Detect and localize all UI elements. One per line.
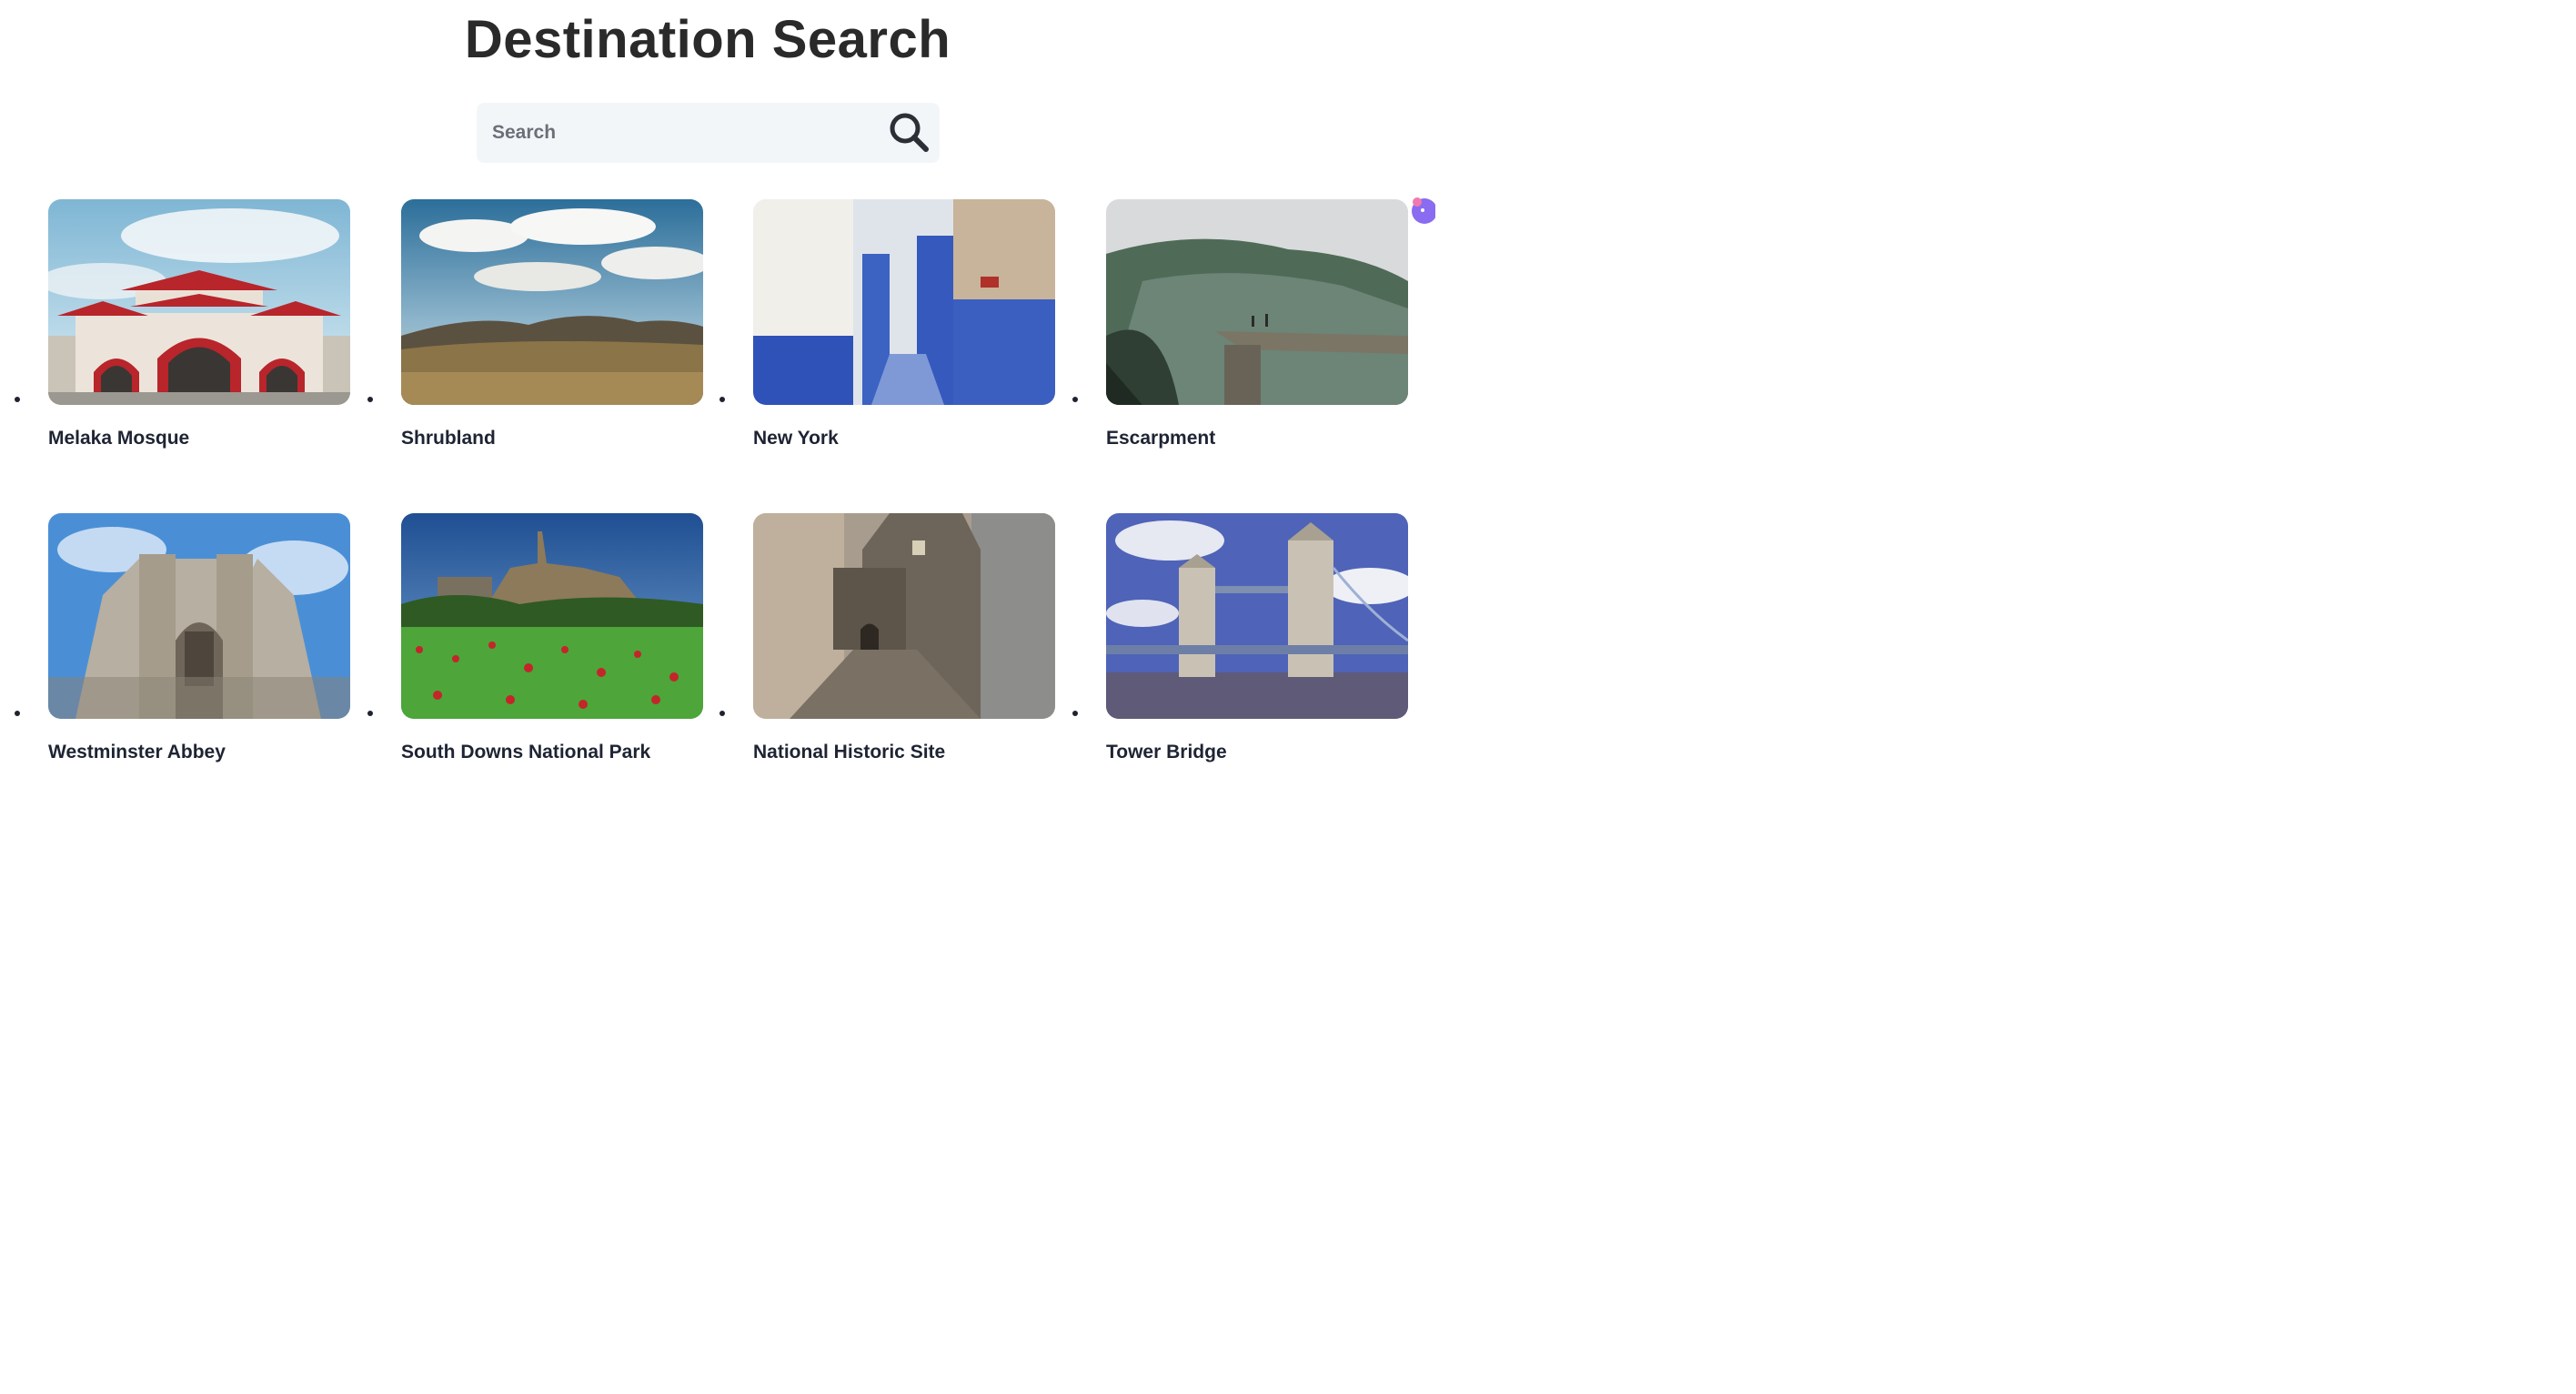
destination-search-page: Destination Search Search Melaka Mosque … — [0, 0, 1437, 772]
destination-image[interactable] — [401, 199, 703, 405]
list-bullet — [367, 397, 373, 402]
destination-card[interactable]: Escarpment — [1072, 199, 1410, 463]
destination-image[interactable] — [753, 513, 1055, 719]
list-bullet — [15, 711, 20, 716]
destination-image[interactable] — [48, 199, 350, 405]
destination-name[interactable]: Melaka Mosque — [48, 428, 189, 450]
destination-image[interactable] — [48, 513, 350, 719]
destination-name[interactable]: Westminster Abbey — [48, 742, 226, 763]
destination-card[interactable]: South Downs National Park — [367, 513, 705, 777]
destination-card[interactable]: Tower Bridge — [1072, 513, 1410, 777]
destination-name[interactable]: Shrubland — [401, 428, 496, 450]
destination-image[interactable] — [1106, 199, 1408, 405]
destination-card[interactable]: New York — [719, 199, 1057, 463]
destination-card[interactable]: Westminster Abbey — [15, 513, 352, 777]
destination-card[interactable]: Shrubland — [367, 199, 705, 463]
destination-card[interactable]: Melaka Mosque — [15, 199, 352, 463]
destination-image[interactable] — [401, 513, 703, 719]
destination-image[interactable] — [753, 199, 1055, 405]
list-bullet — [1072, 397, 1078, 402]
destination-name[interactable]: New York — [753, 428, 839, 450]
assistant-bubble-icon[interactable] — [1408, 195, 1437, 229]
destination-name[interactable]: South Downs National Park — [401, 742, 650, 763]
destination-grid: Melaka Mosque Shrubland New York Escarpm… — [0, 0, 1426, 772]
list-bullet — [719, 711, 725, 716]
destination-name[interactable]: Escarpment — [1106, 428, 1215, 450]
destination-name[interactable]: National Historic Site — [753, 742, 945, 763]
list-bullet — [1072, 711, 1078, 716]
destination-image[interactable] — [1106, 513, 1408, 719]
destination-card[interactable]: National Historic Site — [719, 513, 1057, 777]
list-bullet — [367, 711, 373, 716]
destination-name[interactable]: Tower Bridge — [1106, 742, 1227, 763]
list-bullet — [719, 397, 725, 402]
list-bullet — [15, 397, 20, 402]
